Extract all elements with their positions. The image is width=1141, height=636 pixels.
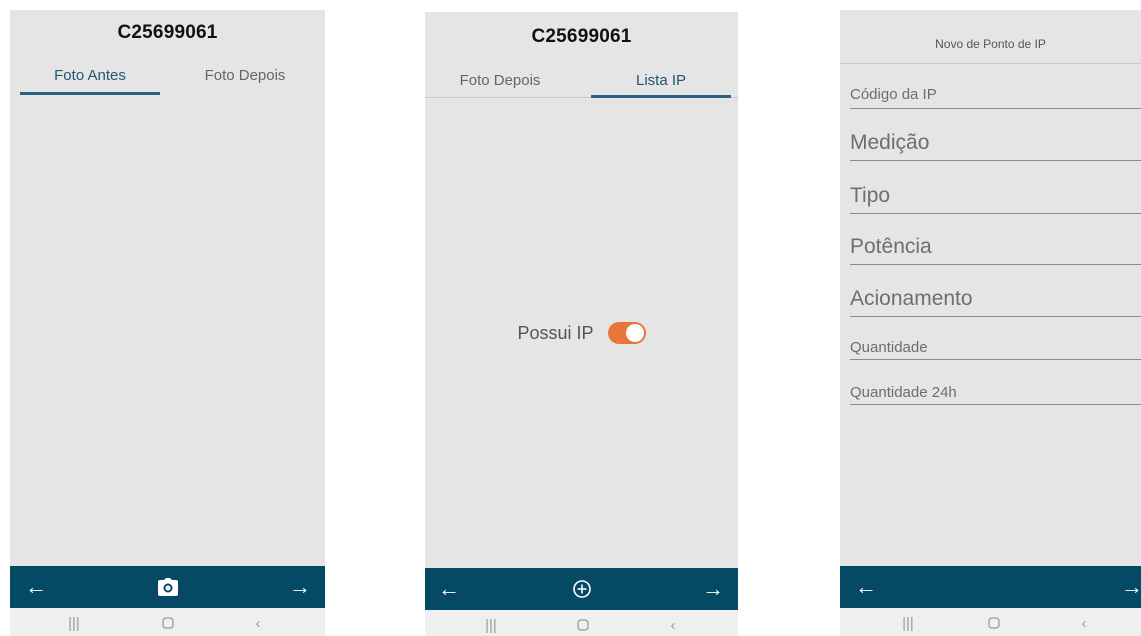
header-divider — [840, 63, 1141, 64]
possui-ip-row: Possui IP — [425, 322, 738, 344]
medicao-placeholder: Medição — [850, 131, 930, 154]
potencia-field[interactable]: Potência — [850, 235, 1141, 265]
tipo-field[interactable]: Tipo — [850, 184, 1141, 214]
screen-lista-ip: C25699061 Foto Depois Lista IP Possui IP… — [425, 12, 738, 636]
back-icon[interactable]: ‹ — [238, 608, 278, 636]
acionamento-field[interactable]: Acionamento — [850, 287, 1141, 317]
potencia-placeholder: Potência — [850, 235, 932, 258]
possui-ip-label: Possui IP — [517, 322, 594, 343]
quantidade-24h-field[interactable]: Quantidade 24h — [850, 384, 1141, 405]
plus-circle-icon[interactable] — [562, 568, 602, 610]
bottom-action-bar: ← → — [10, 566, 325, 608]
arrow-left-icon[interactable]: ← — [429, 568, 469, 610]
back-icon[interactable]: ‹ — [653, 610, 693, 636]
active-tab-indicator — [20, 92, 160, 95]
arrow-left-icon[interactable]: ← — [16, 566, 56, 608]
tab-foto-antes[interactable]: Foto Antes — [20, 67, 160, 84]
home-icon[interactable] — [974, 608, 1014, 636]
tab-lista-ip[interactable]: Lista IP — [591, 72, 731, 89]
quantidade-placeholder: Quantidade — [850, 339, 928, 356]
system-nav-bar: ||| ‹ — [425, 610, 738, 636]
screen-foto-antes: C25699061 Foto Antes Foto Depois ← → |||… — [10, 10, 325, 636]
bottom-action-bar: ← → — [425, 568, 738, 610]
tipo-placeholder: Tipo — [850, 184, 891, 207]
tab-foto-depois[interactable]: Foto Depois — [170, 67, 320, 84]
acionamento-placeholder: Acionamento — [850, 287, 973, 310]
arrow-right-icon[interactable]: → — [280, 566, 320, 608]
active-tab-indicator — [591, 95, 731, 98]
recent-apps-icon[interactable]: ||| — [471, 610, 511, 636]
home-icon[interactable] — [563, 610, 603, 636]
arrow-right-icon[interactable]: → — [1112, 566, 1141, 608]
system-nav-bar: ||| ‹ — [840, 608, 1141, 636]
home-icon[interactable] — [148, 608, 188, 636]
system-nav-bar: ||| ‹ — [10, 608, 325, 636]
page-title: C25699061 — [117, 22, 218, 43]
codigo-ip-placeholder: Código da IP — [850, 86, 937, 103]
recent-apps-icon[interactable]: ||| — [54, 608, 94, 636]
bottom-action-bar: ← → — [840, 566, 1141, 608]
recent-apps-icon[interactable]: ||| — [888, 608, 928, 636]
quantidade-field[interactable]: Quantidade — [850, 339, 1141, 360]
quantidade-24h-placeholder: Quantidade 24h — [850, 384, 957, 401]
medicao-field[interactable]: Medição — [850, 131, 1141, 161]
arrow-right-icon[interactable]: → — [693, 568, 733, 610]
codigo-ip-field[interactable]: Código da IP — [850, 86, 1141, 109]
screen-novo-ponto-ip: Novo de Ponto de IP Código da IP Medição… — [840, 10, 1141, 636]
back-icon[interactable]: ‹ — [1064, 608, 1104, 636]
page-title: C25699061 — [531, 26, 632, 47]
tab-foto-depois[interactable]: Foto Depois — [425, 72, 575, 89]
possui-ip-toggle[interactable] — [607, 322, 646, 344]
arrow-left-icon[interactable]: ← — [846, 566, 886, 608]
form-title: Novo de Ponto de IP — [935, 37, 1046, 51]
camera-icon[interactable] — [148, 566, 188, 608]
toggle-knob — [625, 324, 644, 342]
